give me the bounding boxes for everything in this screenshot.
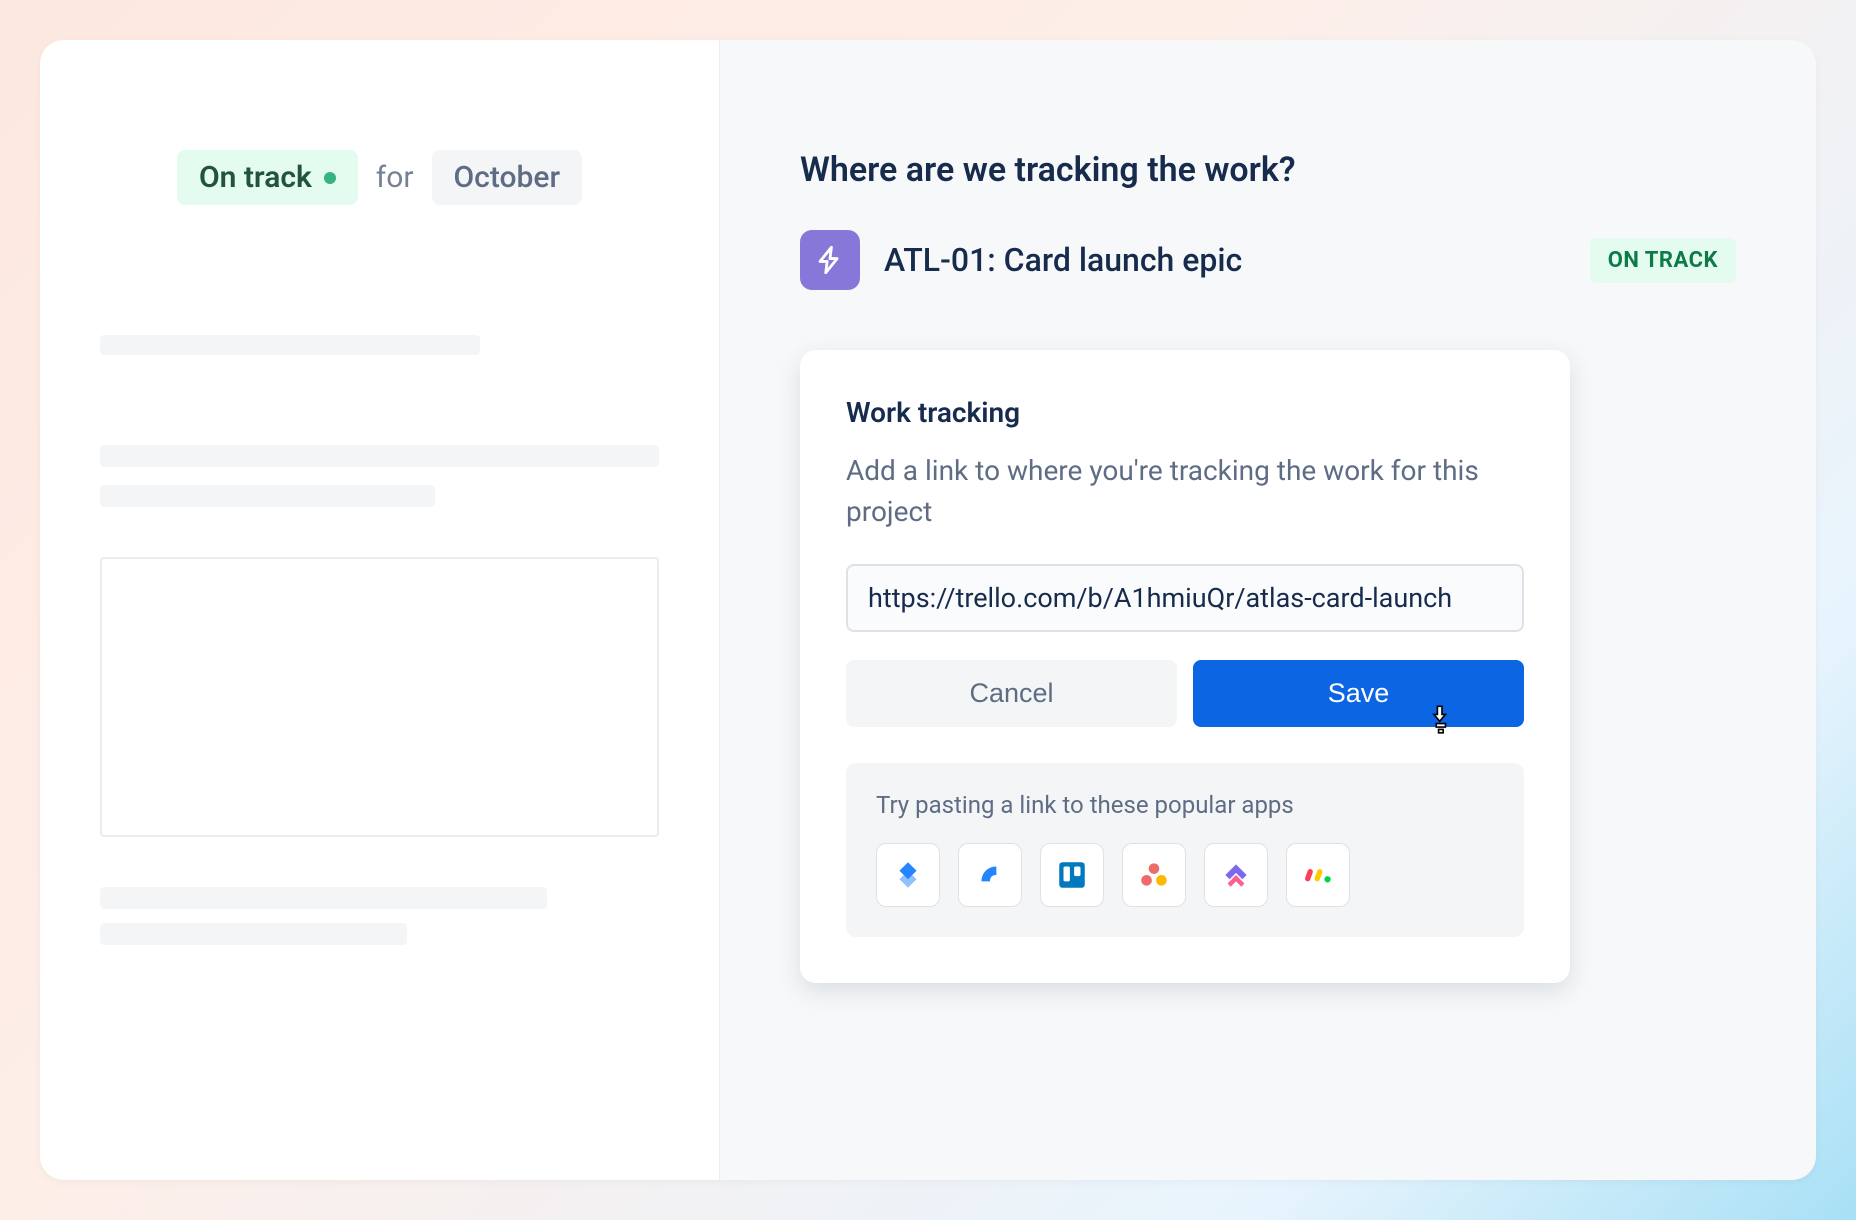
month-badge[interactable]: October xyxy=(432,150,583,205)
status-label: On track xyxy=(199,160,312,195)
epic-row[interactable]: ATL-01: Card launch epic ON TRACK xyxy=(800,230,1736,290)
app-clickup-icon[interactable] xyxy=(1204,843,1268,907)
app-jira-icon[interactable] xyxy=(876,843,940,907)
work-tracking-card: Work tracking Add a link to where you're… xyxy=(800,350,1570,983)
month-label: October xyxy=(454,160,561,195)
button-row: Cancel Save xyxy=(846,660,1524,727)
status-badge[interactable]: On track xyxy=(177,150,358,205)
placeholder-line xyxy=(100,887,547,909)
placeholder-box xyxy=(100,557,659,837)
placeholder-line xyxy=(100,445,659,467)
placeholder-line xyxy=(100,485,435,507)
app-trello-icon[interactable] xyxy=(1040,843,1104,907)
placeholder-line xyxy=(100,335,480,355)
app-jpd-icon[interactable] xyxy=(958,843,1022,907)
card-description: Add a link to where you're tracking the … xyxy=(846,451,1524,532)
save-button[interactable]: Save xyxy=(1193,660,1524,727)
apps-hint: Try pasting a link to these popular apps xyxy=(876,791,1494,819)
epic-title: ATL-01: Card launch epic xyxy=(884,241,1566,279)
epic-status-badge: ON TRACK xyxy=(1590,238,1736,283)
cancel-button[interactable]: Cancel xyxy=(846,660,1177,727)
status-row: On track for October xyxy=(100,150,659,205)
popular-apps-box: Try pasting a link to these popular apps xyxy=(846,763,1524,937)
for-label: for xyxy=(376,160,414,195)
section-title: Where are we tracking the work? xyxy=(800,150,1736,190)
placeholder-line xyxy=(100,923,407,945)
url-input[interactable] xyxy=(846,564,1524,632)
left-panel: On track for October xyxy=(40,40,720,1180)
apps-row xyxy=(876,843,1494,907)
status-dot-icon xyxy=(324,172,336,184)
right-panel: Where are we tracking the work? ATL-01: … xyxy=(720,40,1816,1180)
epic-bolt-icon xyxy=(800,230,860,290)
app-window: On track for October Where are we tracki… xyxy=(40,40,1816,1180)
app-asana-icon[interactable] xyxy=(1122,843,1186,907)
app-monday-icon[interactable] xyxy=(1286,843,1350,907)
card-title: Work tracking xyxy=(846,396,1524,429)
